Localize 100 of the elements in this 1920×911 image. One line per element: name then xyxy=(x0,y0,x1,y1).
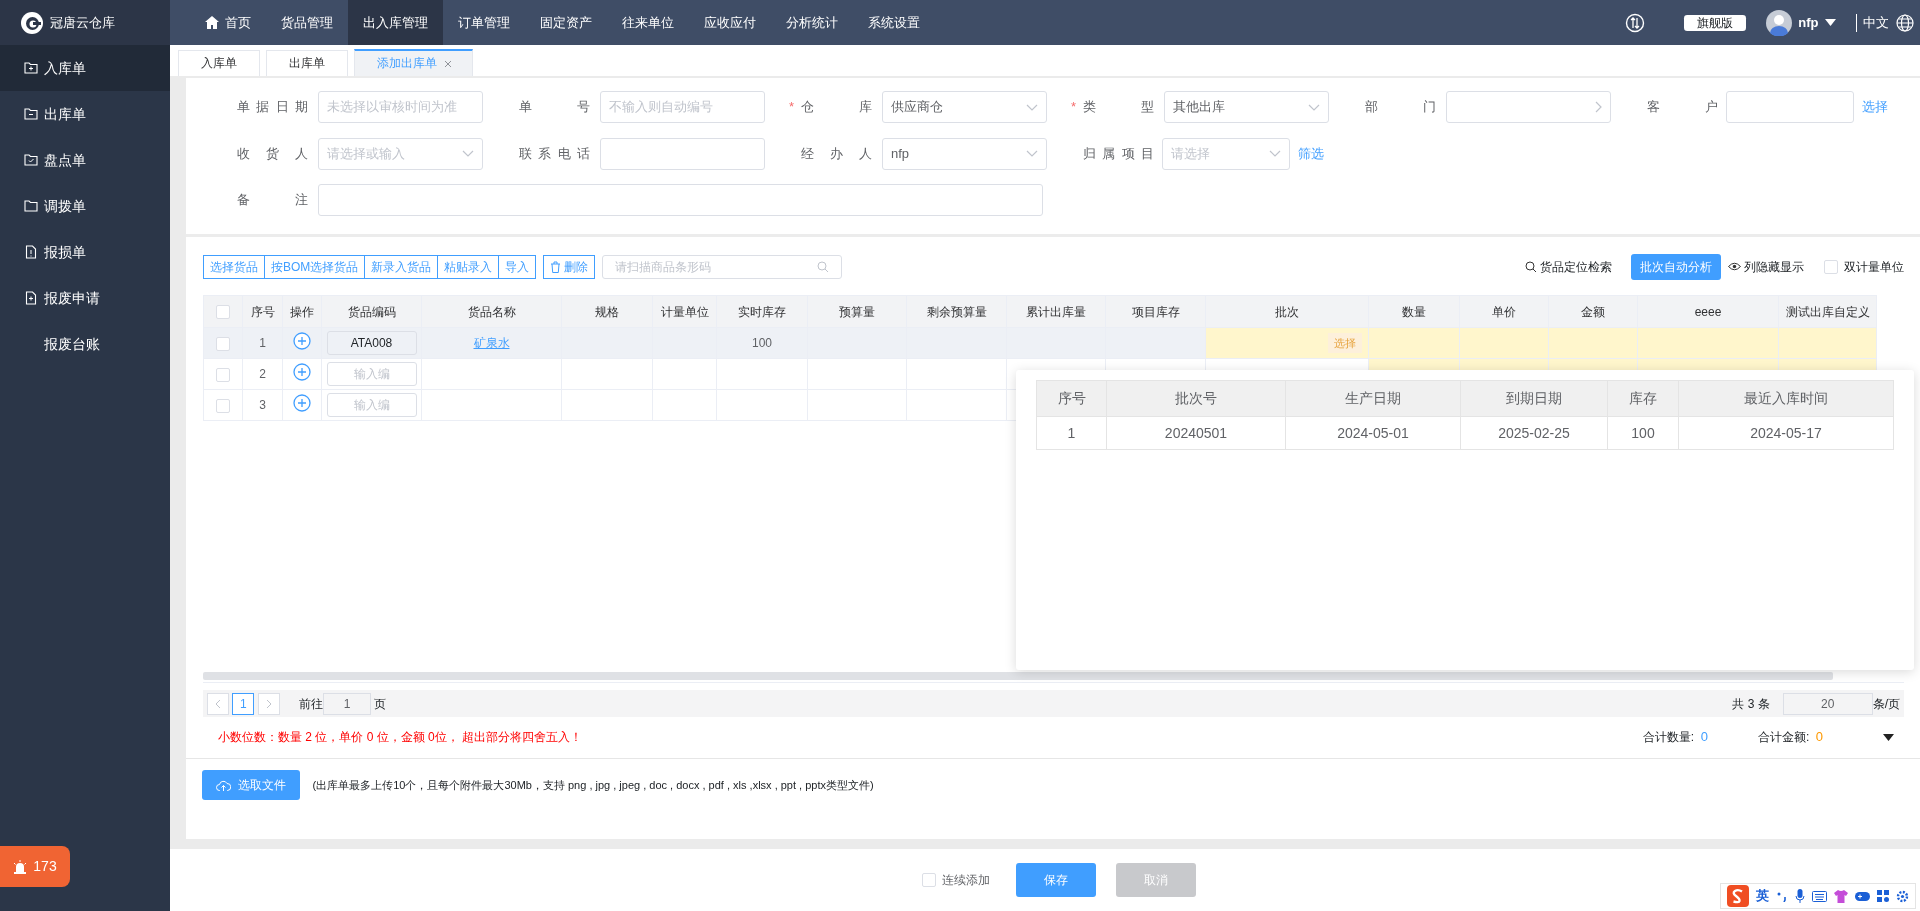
user-name[interactable]: nfp xyxy=(1798,12,1819,33)
sidebar-item[interactable]: 出库单 xyxy=(0,91,170,137)
sidebar-item[interactable]: 报损单 xyxy=(0,229,170,275)
ime-mode[interactable]: 英 xyxy=(1756,886,1769,906)
checkbox[interactable] xyxy=(216,305,230,320)
add-circle-icon[interactable] xyxy=(293,393,311,412)
alarm-icon xyxy=(13,859,28,874)
upload-hint: (出库单最多上传10个，且每个附件最大30Mb，支持 png , jpg , jpeg , doc , docx , pdf , xls ,xlsx , ppt , pptx类型文件) xyxy=(312,777,874,793)
column-header: 货品编码 xyxy=(321,295,422,328)
globe-icon[interactable] xyxy=(1895,13,1914,32)
nav-item[interactable]: 往来单位 xyxy=(607,0,689,45)
total-label: 合计数量: xyxy=(1642,729,1695,746)
column-header: 库存 xyxy=(1607,380,1679,417)
avatar-icon[interactable] xyxy=(1765,9,1792,36)
select-field[interactable]: 供应商仓 xyxy=(882,91,1047,123)
column-header: 累计出库量 xyxy=(1006,295,1106,328)
column-header: 计量单位 xyxy=(652,295,717,328)
table-cell: 20240501 xyxy=(1106,416,1286,450)
sidebar-item[interactable]: 盘点单 xyxy=(0,137,170,183)
column-header: 规格 xyxy=(561,295,653,328)
nav-item[interactable]: 系统设置 xyxy=(853,0,935,45)
column-header: 剩余预算量 xyxy=(906,295,1007,328)
checkbox[interactable] xyxy=(216,398,230,413)
scrollbar[interactable] xyxy=(203,672,1833,680)
decimal-note: 小数位数：数量 2 位，单价 0 位，金额 0位， 超出部分将四舍五入！ xyxy=(218,729,583,746)
total-label: 合计金额: xyxy=(1757,729,1810,746)
sidebar-item[interactable]: 调拨单 xyxy=(0,183,170,229)
logo-text: 冠唐云仓库 xyxy=(50,13,115,32)
language-menu[interactable]: 中文 xyxy=(1863,12,1889,33)
folder-minus-icon xyxy=(24,107,38,121)
field-label: 客户 xyxy=(1647,98,1718,117)
ime-logo-icon[interactable] xyxy=(1727,885,1749,907)
nav-item[interactable]: 订单管理 xyxy=(443,0,525,45)
settings-icon[interactable] xyxy=(1896,889,1909,903)
column-header: 实时库存 xyxy=(716,295,808,328)
chevron-down-icon xyxy=(1308,103,1320,111)
column-header: 金额 xyxy=(1548,295,1638,328)
nav-item[interactable]: 货品管理 xyxy=(266,0,348,45)
caret-icon[interactable] xyxy=(1825,19,1836,26)
search-icon xyxy=(1524,260,1537,273)
sidebar-item[interactable]: 报废台账 xyxy=(0,321,170,367)
checkbox[interactable] xyxy=(216,336,230,351)
column-header: 生产日期 xyxy=(1285,380,1461,417)
column-header: 序号 xyxy=(242,295,283,328)
table-cell: 2025-02-25 xyxy=(1460,416,1608,450)
keyboard-icon[interactable] xyxy=(1812,890,1827,902)
page-tab[interactable]: 出库单 xyxy=(266,50,348,76)
page-input[interactable]: 1 xyxy=(323,692,371,715)
page-tab[interactable]: 入库单 xyxy=(178,50,260,76)
column-header: 操作 xyxy=(282,295,322,328)
alarm-button[interactable]: 173 xyxy=(0,846,70,887)
column-header: eeee xyxy=(1637,295,1779,328)
folder-icon xyxy=(24,199,38,213)
sidebar-item[interactable]: 报废申请 xyxy=(0,275,170,321)
close-icon[interactable] xyxy=(443,59,452,68)
field-label: 收货人 xyxy=(237,144,308,163)
input-field[interactable] xyxy=(318,184,1043,216)
table-cell: 2 xyxy=(259,367,266,381)
locate-link[interactable]: 货品定位检索 xyxy=(1524,257,1612,276)
caret-down-icon[interactable] xyxy=(1883,733,1894,741)
chevron-down-icon xyxy=(1269,150,1281,157)
gamepad-icon[interactable] xyxy=(1855,891,1870,901)
table-cell: 1 xyxy=(1036,416,1107,450)
input-field[interactable] xyxy=(1726,91,1854,123)
grid-icon[interactable] xyxy=(1877,890,1889,902)
punctuation-icon[interactable] xyxy=(1776,890,1788,902)
add-circle-icon[interactable] xyxy=(293,362,311,381)
column-header: 单价 xyxy=(1459,295,1549,328)
pager-text: 前往 xyxy=(299,695,323,713)
pager-text: 页 xyxy=(374,695,387,713)
table-cell: 100 xyxy=(752,336,772,350)
code-input[interactable]: ATA008 xyxy=(326,331,417,355)
checkbox[interactable] xyxy=(921,873,936,887)
nav-item[interactable]: 固定资产 xyxy=(525,0,607,45)
sidebar-item[interactable]: 入库单 xyxy=(0,45,170,91)
column-header: 货品名称 xyxy=(421,295,562,328)
column-header: 最近入库时间 xyxy=(1678,380,1894,417)
select-field[interactable]: nfp xyxy=(882,137,1047,170)
shirt-icon[interactable] xyxy=(1834,889,1848,903)
chevron-down-icon xyxy=(462,150,474,157)
folder-check-icon xyxy=(24,153,38,167)
input-field[interactable] xyxy=(600,137,765,170)
required-mark: * xyxy=(1071,98,1077,117)
page-size-field[interactable]: 20 xyxy=(1782,692,1873,715)
nav-item[interactable]: 应收应付 xyxy=(689,0,771,45)
required-mark: * xyxy=(789,98,795,117)
cascader-field[interactable] xyxy=(1446,91,1611,123)
nav-item[interactable]: 首页 xyxy=(189,0,266,45)
column-toggle-link[interactable]: 列隐藏显示 xyxy=(1727,257,1804,276)
checkbox[interactable] xyxy=(216,367,230,382)
document-alert-icon xyxy=(24,245,38,259)
nav-item[interactable]: 分析统计 xyxy=(771,0,853,45)
nav-item[interactable]: 出入库管理 xyxy=(348,0,443,45)
select-field[interactable]: 其他出库 xyxy=(1164,91,1329,123)
cloud-upload-icon xyxy=(216,779,231,791)
checkbox[interactable] xyxy=(1823,259,1838,274)
add-circle-icon[interactable] xyxy=(293,331,311,350)
speed-icon[interactable] xyxy=(1625,12,1646,33)
microphone-icon[interactable] xyxy=(1795,889,1805,903)
table-cell: 100 xyxy=(1607,416,1679,450)
